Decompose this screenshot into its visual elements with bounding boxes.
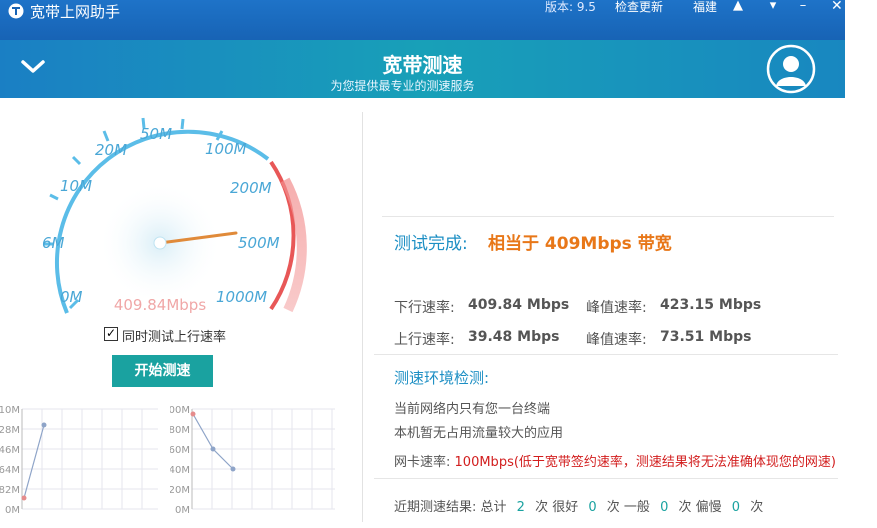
chart-y-label: 82M [0,485,20,496]
chart-y-label: 0M [5,505,20,516]
recent-results: 近期测速结果: 总计 2 次 很好 0 次 一般 0 次 偏慢 0 次 [394,496,763,515]
chart-point [190,411,196,417]
nic-speed: 网卡速率: 100Mbps(低于宽带签约速率，测速结果将无法准确体现您的网速) [394,451,836,470]
recent-total: 2 [516,500,525,515]
check-update-link[interactable]: 检查更新 [615,0,663,15]
upload-test-label[interactable]: 同时测试上行速率 [122,326,226,345]
nic-value: 100Mbps(低于宽带签约速率，测速结果将无法准确体现您的网速) [454,455,836,470]
panel-divider [362,112,363,522]
minimize-icon[interactable]: – [795,0,811,13]
gauge-tick-label: 20M [95,141,127,159]
upload-test-checkbox[interactable]: ✓ [104,327,118,341]
chart-y-label: 40M [170,465,190,476]
chart-y-label: 28M [0,425,20,436]
result-summary: 相当于 409Mbps 带宽 [488,234,672,254]
page-title: 宽带测速 [382,53,463,77]
download-history-chart: 10M 28M 46M 64M 82M 0M [0,405,158,516]
current-speed-readout: 409.84Mbps [113,296,207,314]
gauge-tick-label: 500M [238,234,280,252]
window-edge: ✕ [831,0,877,528]
recent-unit: 次 很好 [535,500,579,515]
down-rate-label: 下行速率: [394,300,455,316]
shirt-icon[interactable]: ▲ [730,0,746,13]
down-peak-value: 423.15 Mbps [660,297,762,313]
result-status: 测试完成: [394,234,468,254]
recent-unit: 次 一般 [606,500,650,515]
chart-y-label: 10M [0,405,20,416]
recent-unit: 次 [750,500,764,515]
environment-line: 本机暂无占用流量较大的应用 [394,426,564,441]
avatar[interactable] [766,44,816,94]
region-selector[interactable]: 福建 [693,0,717,15]
gauge-tick-label: 0M [60,288,83,306]
down-peak-label: 峰值速率: [586,300,647,316]
chart-point [21,495,27,501]
gauge-tick-label: 200M [230,179,272,197]
chart-y-label: 64M [0,465,20,476]
chart-y-label: 60M [170,445,190,456]
title-bar: 宽带上网助手 版本: 9.5 检查更新 福建 ▲ ▾ – [0,0,845,40]
upload-history-chart: 100M 80M 60M 40M 20M 0M [170,405,335,516]
gauge-tick-label: 50M [140,125,172,143]
environment-line: 当前网络内只有您一台终端 [394,402,551,417]
app-window: 宽带上网助手 版本: 9.5 检查更新 福建 ▲ ▾ – 宽带测速 为您提供最专… [0,0,877,528]
chart-point [230,466,236,472]
header-banner: 宽带测速 为您提供最专业的测速服务 [0,40,845,98]
app-title: 宽带上网助手 [30,3,121,21]
page-subtitle: 为您提供最专业的测速服务 [330,79,475,93]
close-icon[interactable]: ✕ [831,0,843,14]
divider [374,478,838,479]
speed-gauge: 0M 6M 10M 20M 50M 100M 200M 500M 1000M [42,117,307,314]
chart-point [210,446,216,452]
gauge-tick-label: 100M [205,140,247,158]
gauge-tick-label: 6M [42,234,65,252]
chart-point [41,422,47,428]
up-rate-label: 上行速率: [394,332,455,348]
down-rate-value: 409.84 Mbps [468,297,570,313]
chart-y-label: 100M [170,405,190,416]
chart-y-label: 80M [170,425,190,436]
nic-label: 网卡速率: [394,455,451,470]
chart-y-label: 46M [0,445,20,456]
chart-y-label: 20M [170,485,190,496]
recent-good: 0 [588,500,597,515]
divider [374,354,838,355]
chevron-down-icon[interactable]: ▾ [765,0,781,13]
recent-unit: 次 偏慢 [678,500,722,515]
up-peak-label: 峰值速率: [586,332,647,348]
app-logo-icon [8,3,24,19]
recent-normal: 0 [660,500,669,515]
up-peak-value: 73.51 Mbps [660,329,752,345]
version-label: 版本: 9.5 [545,0,596,14]
up-rate-value: 39.48 Mbps [468,329,560,345]
environment-title: 测速环境检测: [394,369,490,387]
gauge-tick-label: 10M [60,177,92,195]
chart-y-label: 0M [175,505,190,516]
divider [382,216,834,217]
recent-label: 近期测速结果: 总计 [394,500,507,515]
recent-slow: 0 [731,500,741,515]
start-test-button[interactable]: 开始测速 [112,355,213,387]
